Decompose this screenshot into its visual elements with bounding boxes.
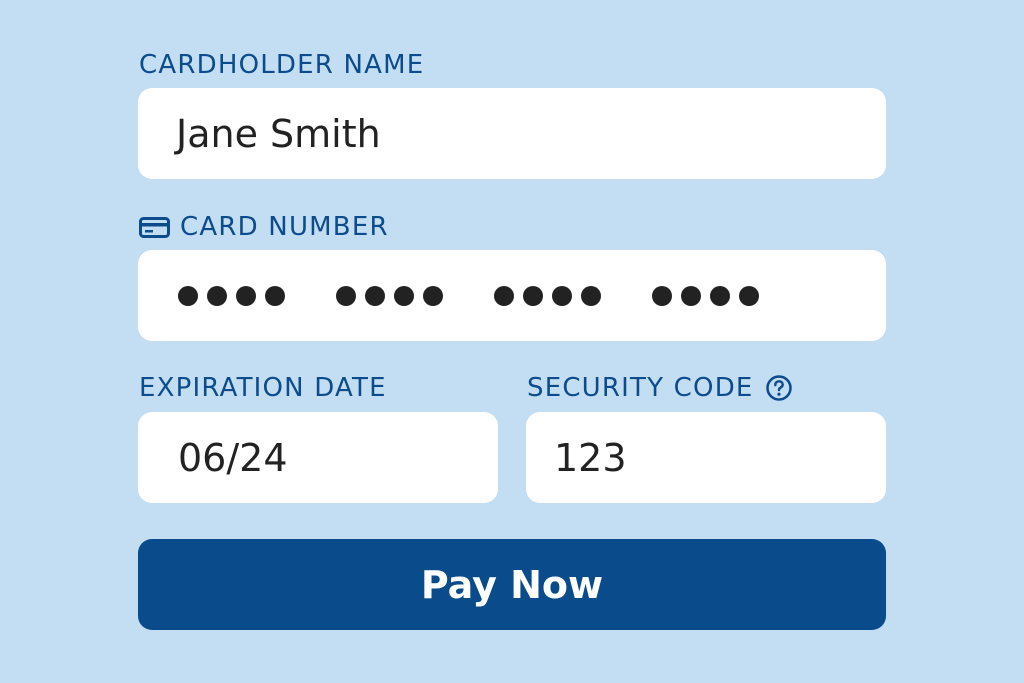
masked-digit-dot	[265, 285, 285, 306]
cardholder-name-field[interactable]: Jane Smith	[138, 88, 886, 179]
cardholder-name-label: CARDHOLDER NAME	[139, 50, 425, 80]
masked-digit-dot	[739, 285, 759, 306]
masked-digit-dot	[394, 285, 414, 306]
masked-digit-dot	[494, 285, 514, 306]
masked-card-number	[178, 285, 759, 306]
security-code-label: SECURITY CODE	[527, 375, 792, 401]
expiration-date-label: EXPIRATION DATE	[139, 373, 387, 403]
masked-digit-dot	[207, 285, 227, 306]
masked-digit-dot	[423, 285, 443, 306]
masked-digit-group	[652, 285, 759, 306]
card-number-label: CARD NUMBER	[139, 214, 389, 240]
security-code-value: 123	[554, 435, 627, 480]
expiration-date-field[interactable]: 06/24	[138, 412, 498, 503]
masked-digit-dot	[552, 285, 572, 306]
masked-digit-group	[336, 285, 443, 306]
card-number-field[interactable]	[138, 250, 886, 341]
credit-card-icon	[139, 216, 170, 238]
masked-digit-dot	[236, 285, 256, 306]
masked-digit-dot	[710, 285, 730, 306]
masked-digit-group	[494, 285, 601, 306]
security-code-field[interactable]: 123	[526, 412, 886, 503]
expiration-date-value: 06/24	[178, 435, 288, 480]
masked-digit-dot	[523, 285, 543, 306]
masked-digit-dot	[365, 285, 385, 306]
question-circle-icon[interactable]	[765, 375, 792, 401]
masked-digit-dot	[652, 285, 672, 306]
masked-digit-group	[178, 285, 285, 306]
masked-digit-dot	[336, 285, 356, 306]
masked-digit-dot	[681, 285, 701, 306]
pay-now-button[interactable]: Pay Now	[138, 539, 886, 630]
masked-digit-dot	[581, 285, 601, 306]
cardholder-name-value: Jane Smith	[176, 111, 381, 156]
masked-digit-dot	[178, 285, 198, 306]
